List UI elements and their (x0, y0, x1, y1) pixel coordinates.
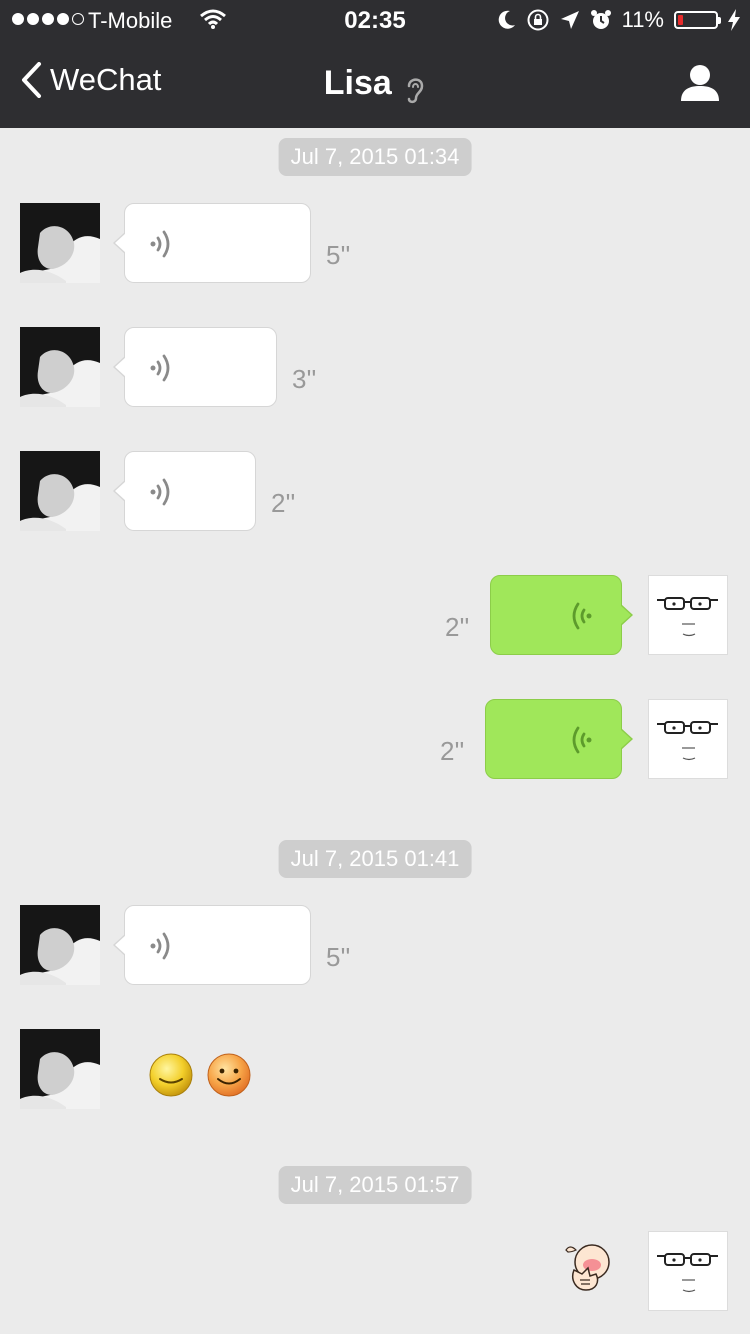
lisa-photo (20, 327, 100, 407)
battery-percent: 11% (621, 7, 664, 32)
voice-duration: 3'' (292, 364, 317, 394)
me-photo (657, 1253, 718, 1293)
voice-message-bubble[interactable] (485, 699, 633, 779)
voice-duration: 2'' (440, 736, 465, 766)
avatar-lisa[interactable] (20, 1029, 100, 1109)
voice-duration: 5'' (326, 942, 351, 972)
voice-wave-icon (150, 932, 170, 960)
ear-icon (408, 78, 424, 103)
chat-title: Lisa (0, 64, 750, 106)
voice-wave-icon (150, 478, 170, 506)
battery-icon (674, 11, 721, 29)
voice-wave-icon (150, 354, 170, 382)
avatar-lisa[interactable] (20, 905, 100, 985)
avatar-me[interactable] (648, 699, 728, 779)
location-arrow-icon (560, 11, 579, 29)
timestamp: Jul 7, 2015 01:41 (278, 840, 472, 878)
moon-icon (498, 10, 515, 29)
voice-wave-icon (572, 602, 592, 630)
me-photo (657, 721, 718, 761)
status-icons: 11% (498, 7, 740, 33)
voice-message-bubble[interactable] (113, 327, 277, 407)
contact-name: Lisa (323, 64, 392, 102)
voice-message-bubble[interactable] (113, 905, 311, 985)
rotation-lock-icon (527, 9, 549, 31)
voice-message-bubble[interactable] (490, 575, 633, 655)
timestamp: Jul 7, 2015 01:34 (278, 138, 472, 176)
profile-icon[interactable] (680, 64, 720, 102)
voice-message-bubble[interactable] (113, 451, 256, 531)
voice-wave-icon (150, 230, 170, 258)
avatar-me[interactable] (648, 1231, 728, 1311)
lisa-photo (20, 451, 100, 531)
voice-duration: 2'' (271, 488, 296, 518)
lisa-photo (20, 1029, 100, 1109)
voice-message-bubble[interactable] (113, 203, 311, 283)
grin-emoji-icon[interactable] (206, 1052, 252, 1098)
lisa-photo (20, 905, 100, 985)
smile-emoji-icon[interactable] (148, 1052, 194, 1098)
voice-wave-icon (572, 726, 592, 754)
timestamp: Jul 7, 2015 01:57 (278, 1166, 472, 1204)
voice-duration: 5'' (326, 240, 351, 270)
lisa-photo (20, 203, 100, 283)
avatar-me[interactable] (648, 575, 728, 655)
me-photo (657, 597, 718, 637)
avatar-lisa[interactable] (20, 327, 100, 407)
nav-bar: WeChat Lisa (0, 40, 750, 128)
alarm-icon (590, 10, 611, 29)
charging-bolt-icon (728, 9, 740, 31)
top-bar: T-Mobile 02:35 11% WeChat Lisa (0, 0, 750, 128)
voice-duration: 2'' (445, 612, 470, 642)
blushing-sticker-icon[interactable] (560, 1240, 614, 1294)
avatar-lisa[interactable] (20, 203, 100, 283)
avatar-lisa[interactable] (20, 451, 100, 531)
status-bar: T-Mobile 02:35 11% (0, 0, 750, 40)
battery-level (678, 15, 683, 25)
